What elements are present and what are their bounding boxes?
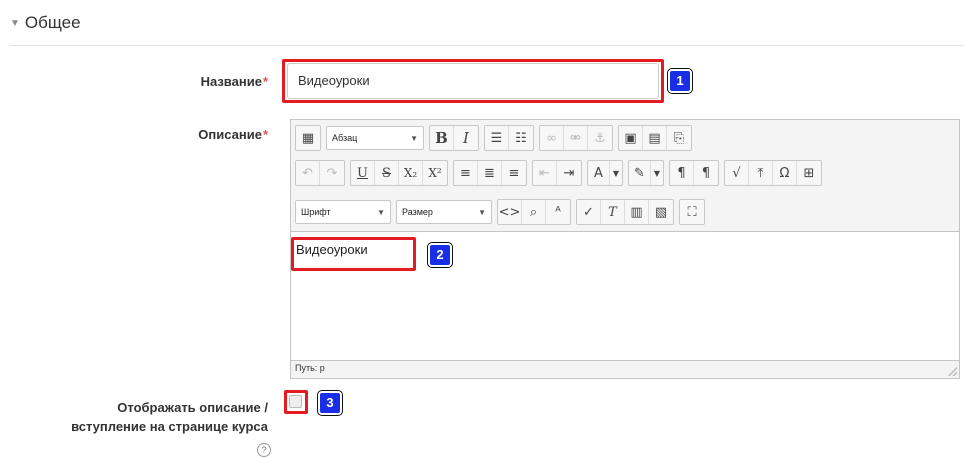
search-replace-icon[interactable]: ⌕ (522, 200, 546, 224)
ordered-list-icon[interactable]: ☷ (509, 126, 533, 150)
chevron-down-icon[interactable]: ▼ (610, 161, 622, 185)
description-label: Описание* (198, 127, 268, 142)
unordered-list-icon[interactable]: ☰ (485, 126, 509, 150)
section-title: Общее (24, 13, 81, 32)
show-description-label-line2: вступление на странице курса (71, 419, 268, 434)
resize-handle-icon[interactable] (948, 367, 957, 376)
bold-icon[interactable]: B (430, 126, 454, 150)
ltr-icon[interactable]: ¶ (670, 161, 694, 185)
toolbar-toggle-icon[interactable]: ▦ (296, 126, 320, 150)
chevron-down-icon: ▼ (478, 207, 486, 217)
section-general-header[interactable]: ▼ Общее (10, 13, 81, 33)
help-icon[interactable]: ? (257, 443, 271, 457)
link-icon[interactable]: ∞ (540, 126, 564, 150)
subscript-icon[interactable]: X₂ (399, 161, 423, 185)
required-mark: * (262, 74, 268, 89)
badge-2: 2 (427, 242, 453, 268)
section-divider (10, 45, 964, 46)
undo-icon[interactable]: ↶ (296, 161, 320, 185)
indent-icon[interactable]: ⇥ (557, 161, 581, 185)
strikethrough-icon[interactable]: S (375, 161, 399, 185)
align-left-icon[interactable]: ≡ (454, 161, 478, 185)
outdent-icon[interactable]: ⇤ (533, 161, 557, 185)
toolbar-row-2: ↶ ↷ U S X₂ X² ≡ ≣ ≡ ⇤ ⇥ A ▼ ✎ ▼ ¶ ¶ √ ⤒ … (295, 160, 822, 186)
badge-3: 3 (317, 390, 343, 416)
paragraph-format-select[interactable]: Абзац ▼ (326, 126, 424, 150)
badge-1: 1 (667, 68, 693, 94)
special-char-icon[interactable]: Ω (773, 161, 797, 185)
remove-format-icon[interactable]: T (601, 200, 625, 224)
upload-icon[interactable]: ⤒ (749, 161, 773, 185)
clear-formatting-icon[interactable]: ✓ (577, 200, 601, 224)
paste-word-icon[interactable]: ▧ (649, 200, 673, 224)
show-description-label: Отображать описание / вступление на стра… (20, 400, 268, 434)
editor-path-status: Путь: p (295, 363, 325, 373)
unlink-icon[interactable]: ⚮ (564, 126, 588, 150)
triangle-down-icon[interactable]: ▼ (10, 18, 20, 29)
font-family-select[interactable]: Шрифт ▼ (295, 200, 391, 224)
table-icon[interactable]: ⊞ (797, 161, 821, 185)
spellcheck-icon[interactable]: ᴬ (546, 200, 570, 224)
media-icon[interactable]: ▤ (643, 126, 667, 150)
toolbar-row-1: ▦ Абзац ▼ B I ☰ ☷ ∞ ⚮ ⚓ ▣ ▤ ⎘ (295, 125, 692, 151)
font-select-value: Шрифт (301, 207, 331, 217)
highlight-box-2 (291, 237, 416, 271)
highlight-box-1 (282, 59, 664, 103)
rtl-icon[interactable]: ¶ (694, 161, 718, 185)
chevron-down-icon: ▼ (377, 207, 385, 217)
align-right-icon[interactable]: ≡ (502, 161, 526, 185)
image-icon[interactable]: ▣ (619, 126, 643, 150)
italic-icon[interactable]: I (454, 126, 478, 150)
show-description-label-line1: Отображать описание / (117, 400, 268, 415)
background-color-icon[interactable]: ✎ (629, 161, 651, 185)
underline-icon[interactable]: U (351, 161, 375, 185)
paragraph-select-value: Абзац (332, 133, 358, 143)
align-center-icon[interactable]: ≣ (478, 161, 502, 185)
font-size-select[interactable]: Размер ▼ (396, 200, 492, 224)
text-color-icon[interactable]: A (588, 161, 610, 185)
manage-files-icon[interactable]: ⎘ (667, 126, 691, 150)
equation-icon[interactable]: √ (725, 161, 749, 185)
fullscreen-icon[interactable]: ⛶ (680, 200, 704, 224)
required-mark: * (262, 127, 268, 142)
redo-icon[interactable]: ↷ (320, 161, 344, 185)
highlight-box-3 (284, 390, 308, 414)
size-select-value: Размер (402, 207, 433, 217)
chevron-down-icon[interactable]: ▼ (651, 161, 663, 185)
chevron-down-icon: ▼ (410, 133, 418, 143)
code-icon[interactable]: <> (498, 200, 522, 224)
paste-text-icon[interactable]: ▥ (625, 200, 649, 224)
anchor-icon[interactable]: ⚓ (588, 126, 612, 150)
name-label: Название* (200, 74, 268, 89)
toolbar-row-3: Шрифт ▼ Размер ▼ <> ⌕ ᴬ ✓ T ▥ ▧ ⛶ (295, 199, 705, 225)
superscript-icon[interactable]: X² (423, 161, 447, 185)
